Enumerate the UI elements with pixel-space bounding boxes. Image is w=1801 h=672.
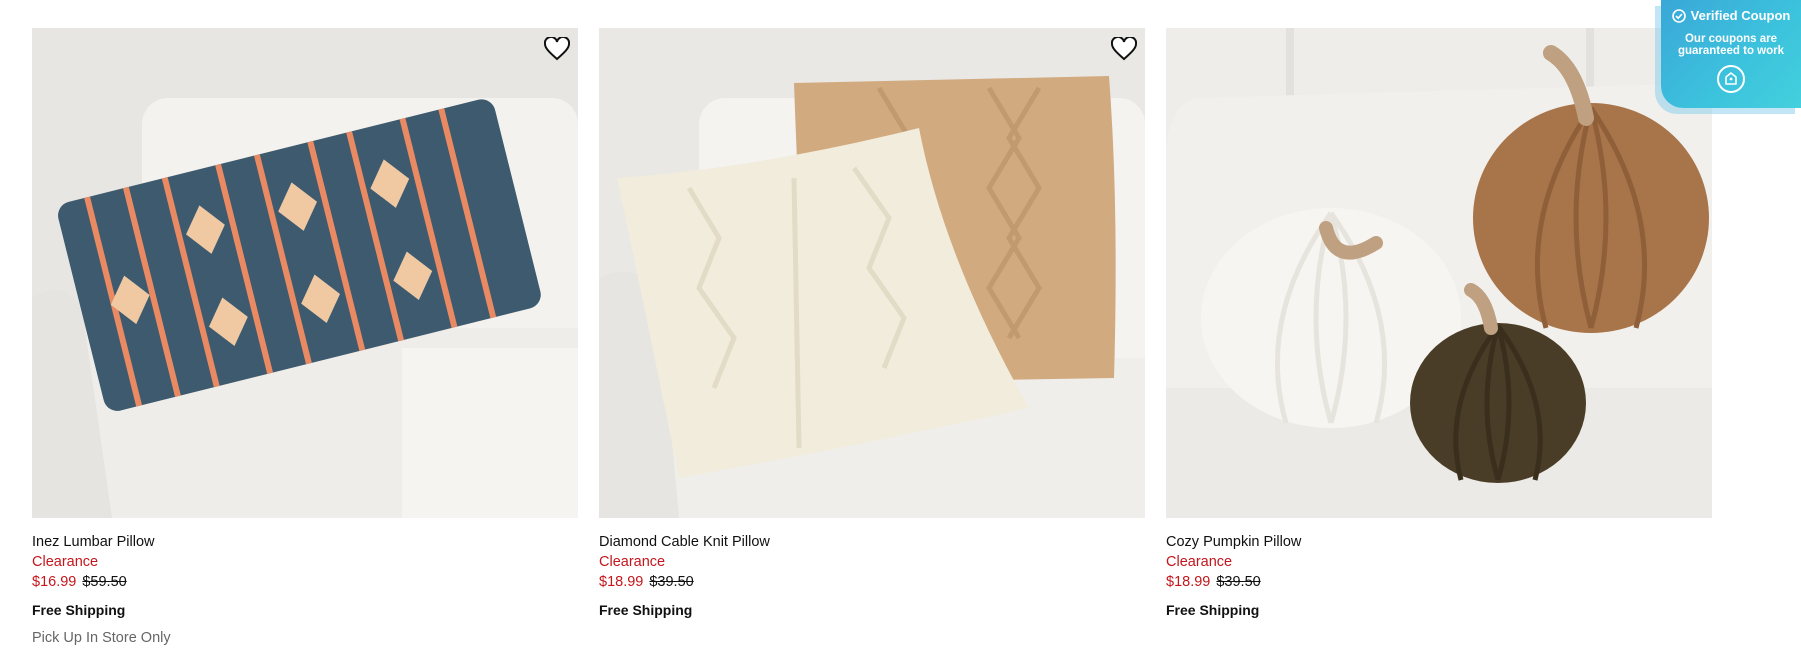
coupon-icon: [1725, 72, 1737, 85]
coupon-widget[interactable]: Verified Coupon Our coupons are guarante…: [1661, 0, 1801, 108]
clearance-badge: Clearance: [32, 554, 99, 570]
original-price: $39.50: [1216, 574, 1261, 590]
product-name[interactable]: Inez Lumbar Pillow: [32, 532, 578, 552]
price: $16.99 $59.50: [32, 572, 578, 592]
original-price: $39.50: [649, 574, 694, 590]
product-card[interactable]: Diamond Cable Knit Pillow Clearance $18.…: [599, 28, 1145, 648]
pickup-info: Pick Up In Store Only: [32, 630, 171, 646]
product-grid: Inez Lumbar Pillow Clearance $16.99 $59.5…: [32, 28, 1712, 648]
coupon-subtitle: Our coupons are guaranteed to work: [1677, 33, 1785, 57]
sale-price: $16.99: [32, 574, 77, 590]
product-name[interactable]: Cozy Pumpkin Pillow: [1166, 532, 1712, 552]
clearance-badge: Clearance: [599, 554, 666, 570]
product-photo-pumpkin-pillow: [1166, 28, 1712, 518]
price: $18.99 $39.50: [1166, 572, 1712, 592]
product-photo-cable-knit-pillow: [599, 28, 1145, 518]
sale-price: $18.99: [1166, 574, 1211, 590]
shipping-info: Free Shipping: [1166, 602, 1260, 618]
product-card[interactable]: Inez Lumbar Pillow Clearance $16.99 $59.5…: [32, 28, 578, 648]
original-price: $59.50: [82, 574, 127, 590]
product-name[interactable]: Diamond Cable Knit Pillow: [599, 532, 1145, 552]
verified-check-icon: [1671, 8, 1686, 23]
coupon-header: Verified Coupon: [1661, 8, 1801, 23]
favorite-button[interactable]: [542, 34, 572, 64]
product-image[interactable]: [32, 28, 578, 518]
shipping-info: Free Shipping: [599, 602, 693, 618]
shipping-info: Free Shipping: [32, 602, 126, 618]
price: $18.99 $39.50: [599, 572, 1145, 592]
product-card[interactable]: Cozy Pumpkin Pillow Clearance $18.99 $39.…: [1166, 28, 1712, 648]
product-photo-lumbar-pillow: [32, 28, 578, 518]
coupon-title: Verified Coupon: [1690, 8, 1791, 23]
favorite-button[interactable]: [1109, 34, 1139, 64]
heart-outline-icon: [1111, 37, 1137, 61]
product-image[interactable]: [1166, 28, 1712, 518]
clearance-badge: Clearance: [1166, 554, 1233, 570]
heart-outline-icon: [544, 37, 570, 61]
sale-price: $18.99: [599, 574, 644, 590]
product-image[interactable]: [599, 28, 1145, 518]
coupon-button[interactable]: [1717, 65, 1745, 93]
